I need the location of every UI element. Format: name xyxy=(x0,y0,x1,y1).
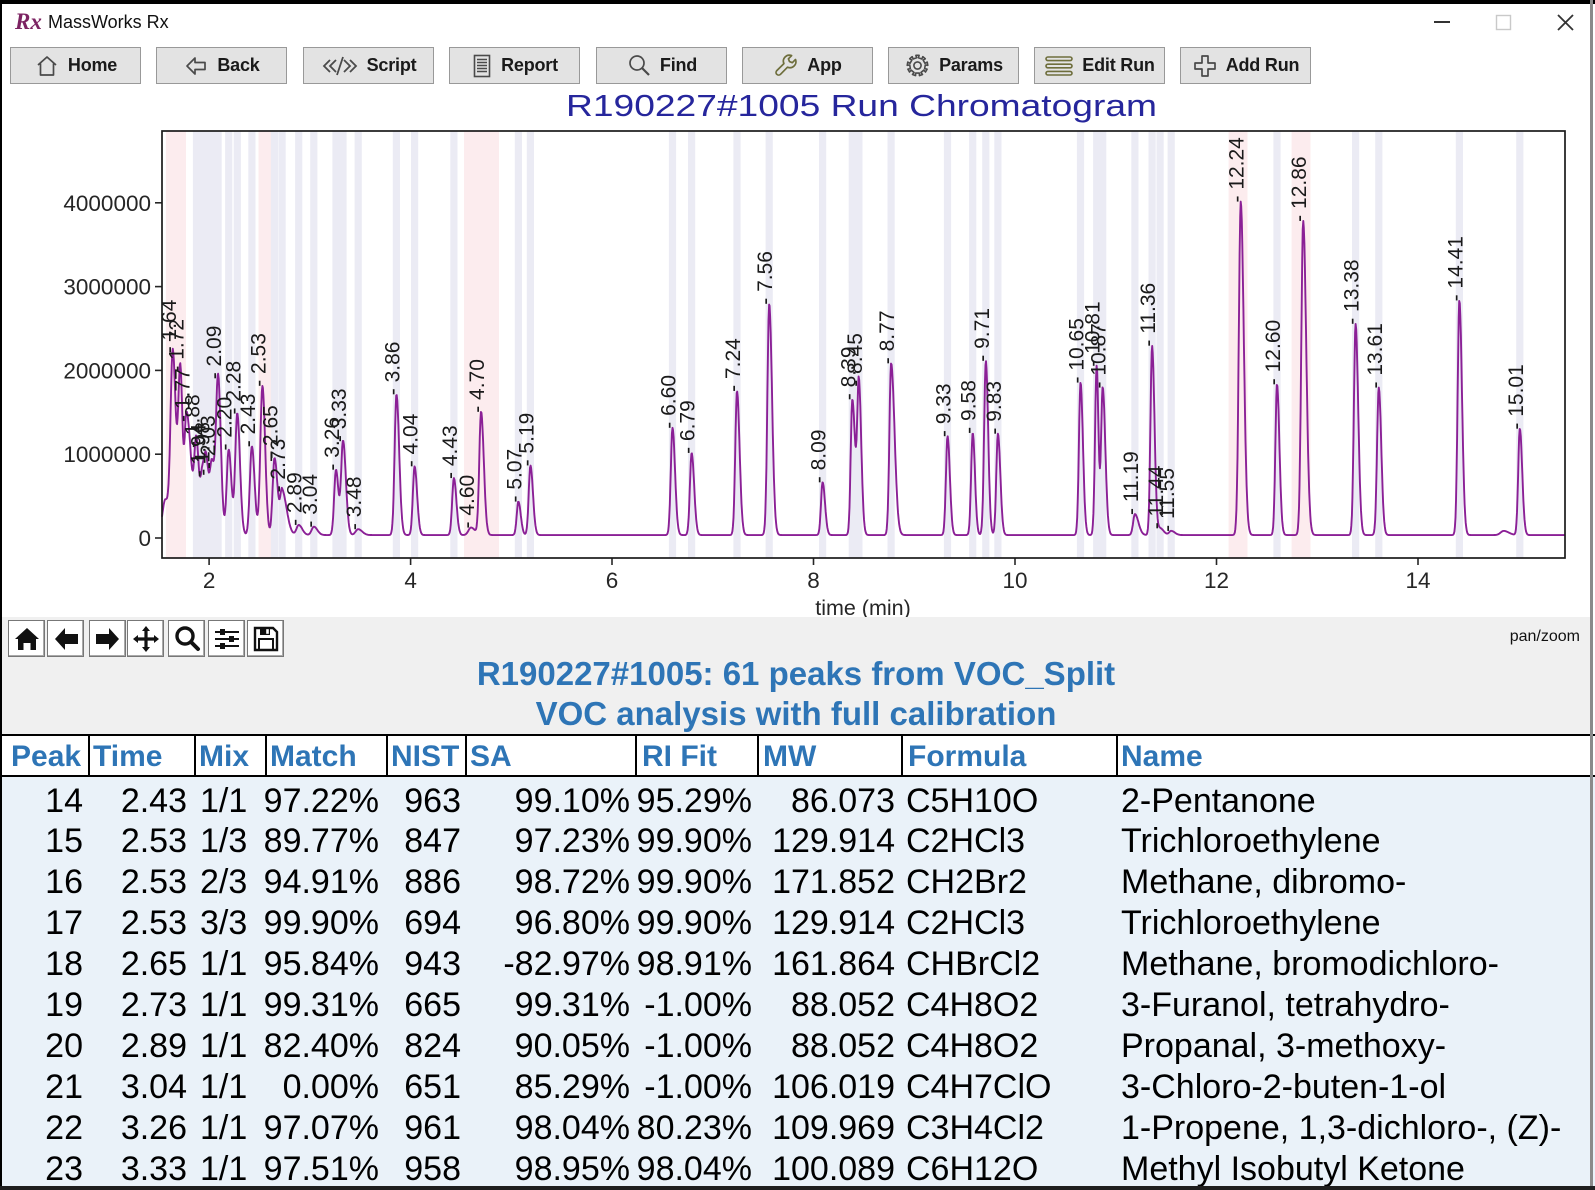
svg-text:12: 12 xyxy=(1204,568,1229,593)
svg-text:- 4.60: - 4.60 xyxy=(456,475,479,529)
svg-text:- 2.43: - 2.43 xyxy=(237,393,260,447)
svg-text:- 12.24: - 12.24 xyxy=(1226,137,1249,203)
svg-text:- 8.45: - 8.45 xyxy=(844,333,867,387)
svg-text:- 3.48: - 3.48 xyxy=(343,476,366,530)
svg-text:- 11.36: - 11.36 xyxy=(1137,283,1160,347)
svg-text:- 13.38: - 13.38 xyxy=(1341,259,1364,324)
svg-text:- 8.09: - 8.09 xyxy=(808,429,831,483)
svg-text:- 10.87: - 10.87 xyxy=(1088,323,1111,388)
svg-text:- 12.86: - 12.86 xyxy=(1288,156,1311,221)
svg-text:- 4.43: - 4.43 xyxy=(439,425,462,479)
svg-text:14: 14 xyxy=(1405,568,1430,593)
svg-text:8: 8 xyxy=(807,568,820,593)
svg-text:3000000: 3000000 xyxy=(63,275,151,300)
svg-text:time (min): time (min) xyxy=(815,596,911,617)
svg-text:- 4.70: - 4.70 xyxy=(466,359,489,413)
svg-text:4000000: 4000000 xyxy=(63,191,151,216)
svg-text:2: 2 xyxy=(203,568,216,593)
svg-text:2000000: 2000000 xyxy=(63,358,151,383)
svg-text:- 14.41: - 14.41 xyxy=(1444,236,1467,301)
svg-text:- 5.19: - 5.19 xyxy=(515,413,538,467)
svg-text:- 11.55: - 11.55 xyxy=(1156,468,1179,532)
svg-text:0: 0 xyxy=(138,526,151,551)
svg-text:4: 4 xyxy=(404,568,417,593)
svg-text:- 13.61: - 13.61 xyxy=(1364,323,1387,388)
svg-text:- 3.33: - 3.33 xyxy=(328,388,351,442)
svg-text:- 12.60: - 12.60 xyxy=(1262,320,1285,385)
svg-text:10: 10 xyxy=(1002,568,1027,593)
svg-text:1000000: 1000000 xyxy=(63,442,151,467)
svg-text:- 3.04: - 3.04 xyxy=(299,474,322,528)
svg-text:- 9.83: - 9.83 xyxy=(983,381,1006,435)
svg-text:- 3.86: - 3.86 xyxy=(381,341,404,395)
svg-text:- 1.72: - 1.72 xyxy=(165,319,188,373)
svg-text:6: 6 xyxy=(606,568,619,593)
svg-text:- 4.04: - 4.04 xyxy=(400,413,423,467)
svg-text:- 9.71: - 9.71 xyxy=(971,308,994,362)
svg-text:- 6.79: - 6.79 xyxy=(677,400,700,454)
svg-text:- 15.01: - 15.01 xyxy=(1505,364,1528,429)
svg-text:- 2.53: - 2.53 xyxy=(247,333,270,387)
svg-text:- 7.56: - 7.56 xyxy=(754,251,777,305)
svg-text:- 9.58: - 9.58 xyxy=(958,380,981,434)
svg-text:- 11.19: - 11.19 xyxy=(1120,451,1143,515)
svg-text:R190227#1005 Run Chromatogram: R190227#1005 Run Chromatogram xyxy=(566,88,1157,123)
svg-text:- 9.33: - 9.33 xyxy=(933,383,956,437)
svg-text:- 7.24: - 7.24 xyxy=(722,338,745,392)
svg-text:- 8.77: - 8.77 xyxy=(876,310,899,364)
